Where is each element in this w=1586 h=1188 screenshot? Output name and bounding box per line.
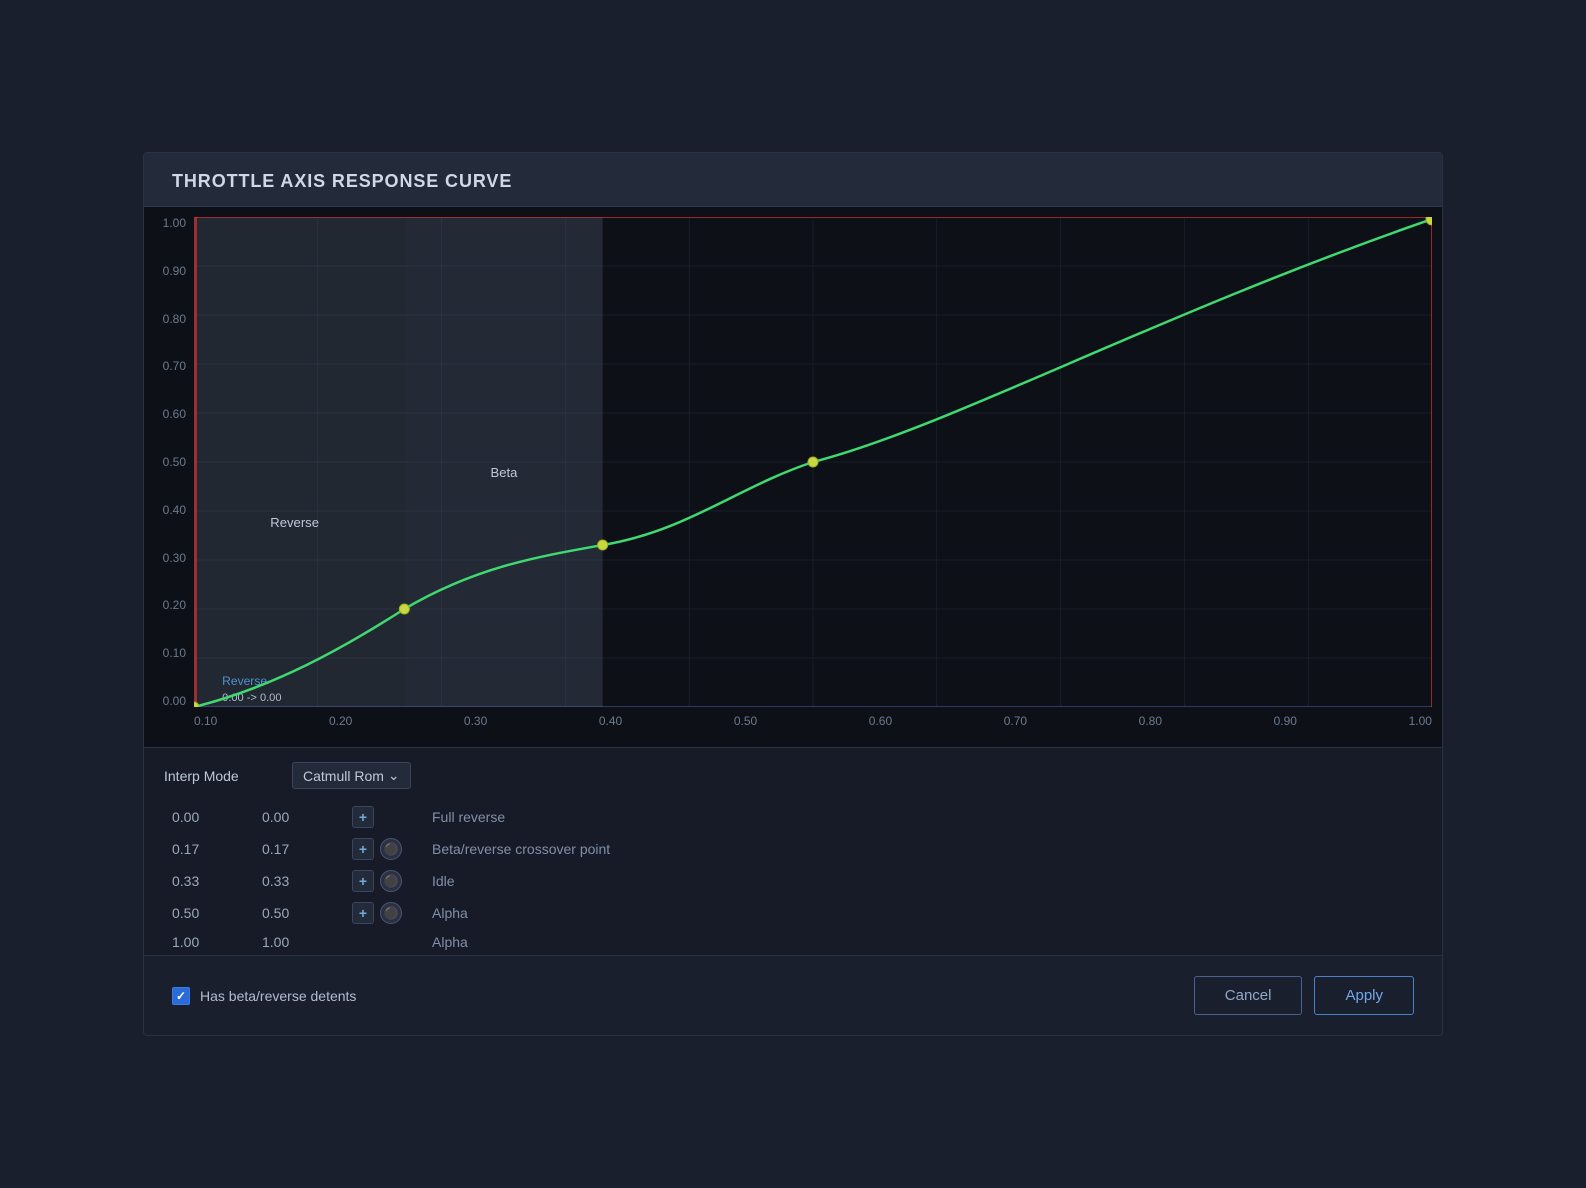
cancel-button[interactable]: Cancel	[1194, 976, 1303, 1015]
interp-mode-value: Catmull Rom	[303, 768, 384, 784]
x-label-040: 0.40	[599, 715, 622, 727]
x-label-100: 1.00	[1409, 715, 1432, 727]
row-comment-2: Idle	[424, 865, 1422, 897]
add-point-button-2[interactable]: +	[352, 870, 374, 892]
row-comment-1: Beta/reverse crossover point	[424, 833, 1422, 865]
checkbox-label: Has beta/reverse detents	[200, 988, 356, 1004]
row-comment-0: Full reverse	[424, 801, 1422, 833]
table-row: 0.33 0.33 + ⚫ Idle	[164, 865, 1422, 897]
row-actions-4	[344, 929, 424, 955]
x-label-090: 0.90	[1274, 715, 1297, 727]
chart-svg[interactable]: Reverse Beta Reverse 0.00 -> 0.00	[194, 217, 1432, 707]
x-label-060: 0.60	[869, 715, 892, 727]
x-label-020: 0.20	[329, 715, 352, 727]
add-point-button-1[interactable]: +	[352, 838, 374, 860]
x-label-030: 0.30	[464, 715, 487, 727]
delete-point-button-3[interactable]: ⚫	[380, 902, 402, 924]
table-area: Interp Mode Catmull Rom ⌄ 0.00 0.00 +	[144, 747, 1442, 955]
table-row: 0.00 0.00 + Full reverse	[164, 801, 1422, 833]
row-x-1: 0.17	[164, 833, 254, 865]
chart-area: 1.00 0.90 0.80 0.70 0.60 0.50 0.40 0.30 …	[144, 207, 1442, 747]
dialog-title: THROTTLE AXIS RESPONSE CURVE	[172, 171, 1414, 192]
x-label-010: 0.10	[194, 715, 217, 727]
y-label-010: 0.10	[163, 647, 186, 659]
row-actions-2: + ⚫	[344, 865, 424, 897]
delete-point-button-1[interactable]: ⚫	[380, 838, 402, 860]
y-label-060: 0.60	[163, 408, 186, 420]
x-label-070: 0.70	[1004, 715, 1027, 727]
table-row: 0.17 0.17 + ⚫ Beta/reverse crossover poi…	[164, 833, 1422, 865]
y-label-030: 0.30	[163, 552, 186, 564]
control-point-4[interactable]	[1426, 217, 1432, 225]
beta-reverse-checkbox[interactable]: ✓	[172, 987, 190, 1005]
checkmark-icon: ✓	[176, 989, 186, 1003]
y-label-070: 0.70	[163, 360, 186, 372]
x-label-050: 0.50	[734, 715, 757, 727]
beta-region-label: Beta	[491, 465, 519, 480]
dialog-header: THROTTLE AXIS RESPONSE CURVE	[144, 153, 1442, 207]
footer-buttons: Cancel Apply	[1194, 976, 1414, 1015]
interp-mode-label: Interp Mode	[164, 768, 284, 784]
y-label-020: 0.20	[163, 599, 186, 611]
delete-point-button-2[interactable]: ⚫	[380, 870, 402, 892]
y-axis: 1.00 0.90 0.80 0.70 0.60 0.50 0.40 0.30 …	[144, 217, 192, 707]
row-actions-0: +	[344, 801, 424, 833]
x-label-080: 0.80	[1139, 715, 1162, 727]
y-label-100: 1.00	[163, 217, 186, 229]
y-label-090: 0.90	[163, 265, 186, 277]
table-row: 1.00 1.00 Alpha	[164, 929, 1422, 955]
data-table: 0.00 0.00 + Full reverse 0.17 0.17	[164, 801, 1422, 955]
checkbox-row: ✓ Has beta/reverse detents	[172, 987, 356, 1005]
row-comment-4: Alpha	[424, 929, 1422, 955]
control-point-2[interactable]	[598, 540, 608, 550]
table-row: 0.50 0.50 + ⚫ Alpha	[164, 897, 1422, 929]
dialog-footer: ✓ Has beta/reverse detents Cancel Apply	[144, 955, 1442, 1035]
y-label-080: 0.80	[163, 313, 186, 325]
row-y-3: 0.50	[254, 897, 344, 929]
throttle-dialog: THROTTLE AXIS RESPONSE CURVE 1.00 0.90 0…	[143, 152, 1443, 1036]
row-actions-3: + ⚫	[344, 897, 424, 929]
y-label-000: 0.00	[163, 695, 186, 707]
crosshair-tooltip: 0.00 -> 0.00	[222, 692, 281, 704]
row-x-3: 0.50	[164, 897, 254, 929]
row-x-2: 0.33	[164, 865, 254, 897]
add-point-button-0[interactable]: +	[352, 806, 374, 828]
row-y-0: 0.00	[254, 801, 344, 833]
y-label-050: 0.50	[163, 456, 186, 468]
row-actions-1: + ⚫	[344, 833, 424, 865]
row-y-1: 0.17	[254, 833, 344, 865]
y-label-040: 0.40	[163, 504, 186, 516]
apply-button[interactable]: Apply	[1314, 976, 1414, 1015]
control-point-3[interactable]	[808, 457, 818, 467]
row-y-2: 0.33	[254, 865, 344, 897]
row-x-4: 1.00	[164, 929, 254, 955]
control-point-1[interactable]	[399, 604, 409, 614]
row-comment-3: Alpha	[424, 897, 1422, 929]
x-axis: 0.10 0.20 0.30 0.40 0.50 0.60 0.70 0.80 …	[194, 709, 1432, 747]
reverse-region-label: Reverse	[270, 515, 319, 530]
row-y-4: 1.00	[254, 929, 344, 955]
add-point-button-3[interactable]: +	[352, 902, 374, 924]
interp-mode-row: Interp Mode Catmull Rom ⌄	[164, 762, 1422, 801]
row-x-0: 0.00	[164, 801, 254, 833]
interp-mode-select[interactable]: Catmull Rom ⌄	[292, 762, 411, 789]
chevron-down-icon: ⌄	[388, 767, 400, 784]
